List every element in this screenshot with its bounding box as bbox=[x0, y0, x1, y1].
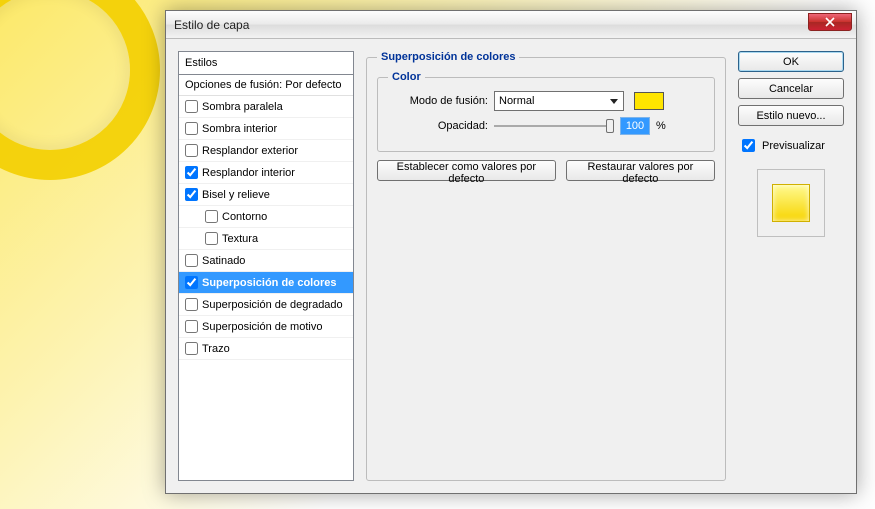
dialog-title: Estilo de capa bbox=[174, 18, 249, 32]
style-item-label: Resplandor interior bbox=[202, 167, 295, 179]
preview-box bbox=[757, 169, 825, 237]
slider-track bbox=[494, 125, 614, 127]
styles-list-panel: Estilos Opciones de fusión: Por defecto … bbox=[178, 51, 354, 481]
preview-thumbnail bbox=[772, 184, 810, 222]
opacity-label: Opacidad: bbox=[388, 120, 488, 132]
style-checkbox[interactable] bbox=[205, 210, 218, 223]
style-checkbox[interactable] bbox=[205, 232, 218, 245]
main-options-panel: Superposición de colores Color Modo de f… bbox=[366, 51, 726, 481]
style-checkbox[interactable] bbox=[185, 276, 198, 289]
color-group: Color Modo de fusión: Normal Opacidad: bbox=[377, 71, 715, 152]
make-default-button[interactable]: Establecer como valores por defecto bbox=[377, 160, 556, 181]
style-item-label: Superposición de colores bbox=[202, 277, 336, 289]
style-item[interactable]: Sombra interior bbox=[179, 118, 353, 140]
preview-checkbox[interactable] bbox=[742, 139, 755, 152]
style-item[interactable]: Resplandor interior bbox=[179, 162, 353, 184]
style-item[interactable]: Textura bbox=[179, 228, 353, 250]
style-item-label: Sombra interior bbox=[202, 123, 277, 135]
style-item[interactable]: Sombra paralela bbox=[179, 96, 353, 118]
opacity-input[interactable] bbox=[620, 117, 650, 135]
opacity-unit: % bbox=[656, 120, 666, 132]
opacity-slider[interactable] bbox=[494, 117, 614, 135]
close-button[interactable] bbox=[808, 13, 852, 31]
style-item[interactable]: Trazo bbox=[179, 338, 353, 360]
blend-mode-select[interactable]: Normal bbox=[494, 91, 624, 111]
style-item[interactable]: Resplandor exterior bbox=[179, 140, 353, 162]
style-checkbox[interactable] bbox=[185, 166, 198, 179]
style-item-label: Textura bbox=[222, 233, 258, 245]
style-item[interactable]: Superposición de colores bbox=[179, 272, 353, 294]
style-item-label: Bisel y relieve bbox=[202, 189, 270, 201]
default-buttons-row: Establecer como valores por defecto Rest… bbox=[377, 160, 715, 181]
background-decoration bbox=[0, 0, 160, 180]
style-item-label: Satinado bbox=[202, 255, 245, 267]
style-item-label: Superposición de motivo bbox=[202, 321, 322, 333]
style-checkbox[interactable] bbox=[185, 100, 198, 113]
style-item[interactable]: Bisel y relieve bbox=[179, 184, 353, 206]
style-checkbox[interactable] bbox=[185, 122, 198, 135]
group-legend: Superposición de colores bbox=[377, 51, 519, 63]
style-checkbox[interactable] bbox=[185, 342, 198, 355]
style-item[interactable]: Satinado bbox=[179, 250, 353, 272]
color-legend: Color bbox=[388, 71, 425, 83]
styles-list: Sombra paralela Sombra interior Resplandor… bbox=[179, 96, 353, 360]
style-checkbox[interactable] bbox=[185, 144, 198, 157]
style-item-label: Resplandor exterior bbox=[202, 145, 298, 157]
ok-button[interactable]: OK bbox=[738, 51, 844, 72]
blend-mode-row: Modo de fusión: Normal bbox=[388, 91, 704, 111]
preview-label: Previsualizar bbox=[762, 140, 825, 152]
dialog-body: Estilos Opciones de fusión: Por defecto … bbox=[166, 39, 856, 493]
new-style-button[interactable]: Estilo nuevo... bbox=[738, 105, 844, 126]
side-buttons-panel: OK Cancelar Estilo nuevo... Previsualiza… bbox=[738, 51, 844, 481]
dropdown-arrow-icon bbox=[606, 94, 621, 108]
styles-header[interactable]: Estilos bbox=[179, 52, 353, 75]
style-checkbox[interactable] bbox=[185, 320, 198, 333]
blending-options-item[interactable]: Opciones de fusión: Por defecto bbox=[179, 75, 353, 96]
slider-thumb[interactable] bbox=[606, 119, 614, 133]
reset-default-button[interactable]: Restaurar valores por defecto bbox=[566, 160, 715, 181]
blend-mode-value: Normal bbox=[499, 95, 534, 107]
blend-mode-label: Modo de fusión: bbox=[388, 95, 488, 107]
style-checkbox[interactable] bbox=[185, 188, 198, 201]
style-checkbox[interactable] bbox=[185, 254, 198, 267]
layer-style-dialog: Estilo de capa Estilos Opciones de fusió… bbox=[165, 10, 857, 494]
close-icon bbox=[825, 17, 835, 27]
overlay-color-swatch[interactable] bbox=[634, 92, 664, 110]
style-item-label: Contorno bbox=[222, 211, 267, 223]
style-item[interactable]: Superposición de degradado bbox=[179, 294, 353, 316]
preview-checkbox-row[interactable]: Previsualizar bbox=[738, 136, 844, 155]
color-overlay-group: Superposición de colores Color Modo de f… bbox=[366, 51, 726, 481]
style-checkbox[interactable] bbox=[185, 298, 198, 311]
style-item[interactable]: Contorno bbox=[179, 206, 353, 228]
titlebar[interactable]: Estilo de capa bbox=[166, 11, 856, 39]
style-item-label: Sombra paralela bbox=[202, 101, 283, 113]
style-item-label: Trazo bbox=[202, 343, 230, 355]
style-item-label: Superposición de degradado bbox=[202, 299, 343, 311]
opacity-row: Opacidad: % bbox=[388, 117, 704, 135]
cancel-button[interactable]: Cancelar bbox=[738, 78, 844, 99]
style-item[interactable]: Superposición de motivo bbox=[179, 316, 353, 338]
